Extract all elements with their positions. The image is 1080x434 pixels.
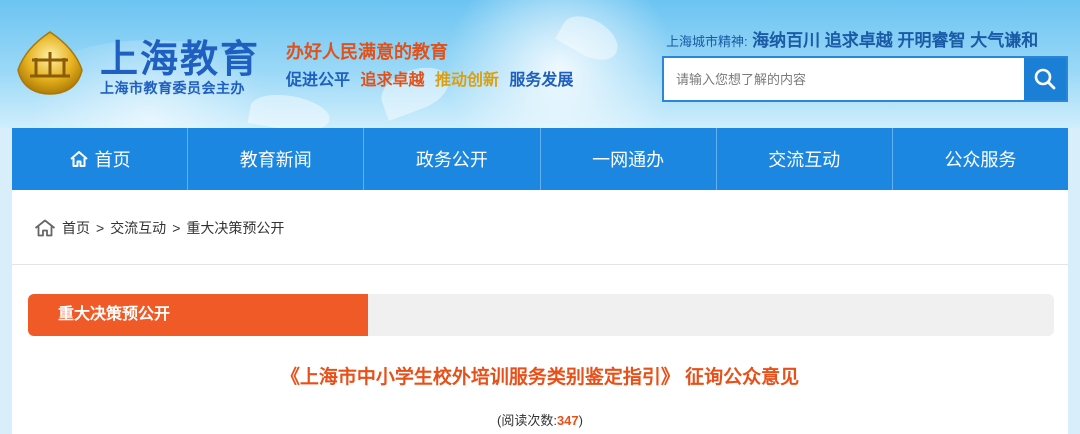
read-count-suffix: )	[578, 413, 583, 428]
header-glow	[430, 0, 690, 128]
divider	[12, 264, 1068, 265]
slogan-primary: 办好人民满意的教育	[286, 42, 448, 62]
city-spirit-value: 海纳百川 追求卓越 开明睿智 大气谦和	[752, 31, 1039, 50]
main-content: 首页 > 交流互动 > 重大决策预公开 重大决策预公开 《上海市中小学生校外培训…	[12, 190, 1068, 434]
slogan-item: 促进公平	[286, 72, 351, 89]
nav-item-interaction[interactable]: 交流互动	[715, 128, 892, 190]
slogan-item: 追求卓越	[360, 72, 425, 89]
nav-item-label: 教育新闻	[239, 150, 312, 170]
slogan-item: 推动创新	[434, 72, 499, 89]
nav-item-home[interactable]: 首页	[12, 128, 187, 190]
breadcrumb-separator: >	[172, 220, 181, 236]
nav-item-label: 公众服务	[944, 150, 1017, 170]
main-nav: 首页 教育新闻 政务公开 一网通办 交流互动 公众服务	[12, 128, 1068, 190]
site-logo-icon[interactable]	[16, 30, 84, 96]
nav-item-label: 一网通办	[592, 150, 665, 170]
slogan-item: 服务发展	[509, 72, 574, 89]
section-header-bar: 重大决策预公开	[28, 294, 1054, 336]
section-title-tab: 重大决策预公开	[28, 294, 368, 336]
site-title[interactable]: 上海教育	[100, 28, 260, 83]
search-input[interactable]	[664, 58, 1024, 100]
article-title: 《上海市中小学生校外培训服务类别鉴定指引》 征询公众意见	[280, 367, 800, 388]
nav-item-government-affairs[interactable]: 政务公开	[363, 128, 539, 190]
search-button[interactable]	[1024, 58, 1066, 100]
nav-item-label: 交流互动	[768, 150, 841, 170]
nav-item-label: 政务公开	[415, 150, 488, 170]
nav-item-one-stop-service[interactable]: 一网通办	[539, 128, 716, 190]
site-header: 上海教育 上海市教育委员会主办 办好人民满意的教育 促进公平 追求卓越 推动创新…	[0, 0, 1080, 128]
city-spirit: 上海城市精神: 海纳百川 追求卓越 开明睿智 大气谦和	[666, 26, 1038, 51]
nav-item-education-news[interactable]: 教育新闻	[187, 128, 363, 190]
city-spirit-label: 上海城市精神:	[666, 34, 748, 49]
read-count: (阅读次数:347)	[12, 410, 1068, 429]
breadcrumb-separator: >	[96, 220, 105, 236]
breadcrumb-link-current[interactable]: 重大决策预公开	[186, 218, 284, 238]
read-count-value: 347	[556, 413, 579, 428]
breadcrumb: 首页 > 交流互动 > 重大决策预公开	[34, 218, 284, 238]
home-icon	[34, 219, 56, 237]
search-icon	[1034, 68, 1056, 90]
home-icon	[69, 149, 89, 169]
breadcrumb-link-home[interactable]: 首页	[62, 218, 90, 238]
slogan-secondary: 促进公平 追求卓越 推动创新 服务发展	[286, 66, 579, 90]
search-box	[662, 56, 1068, 102]
read-count-label: (阅读次数:	[497, 413, 557, 428]
nav-item-public-services[interactable]: 公众服务	[891, 128, 1068, 190]
nav-item-label: 首页	[94, 150, 131, 170]
site-subtitle: 上海市教育委员会主办	[100, 80, 245, 96]
breadcrumb-link-interaction[interactable]: 交流互动	[110, 218, 166, 238]
